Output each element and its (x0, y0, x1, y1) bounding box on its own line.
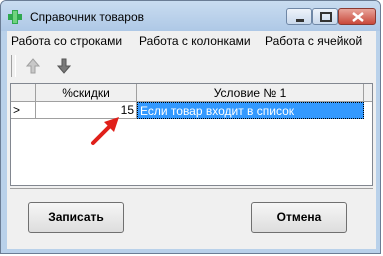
row-indicator[interactable]: > (11, 102, 36, 119)
minimize-icon (296, 19, 304, 22)
grid-header: %скидки Условие № 1 (11, 84, 372, 102)
menu-bar: Работа со строками Работа с колонками Ра… (7, 31, 376, 51)
maximize-icon (320, 12, 332, 22)
move-down-arrow-icon (56, 58, 72, 74)
close-icon (352, 12, 364, 22)
title-bar[interactable]: Справочник товаров (1, 1, 380, 31)
menu-rows[interactable]: Работа со строками (11, 34, 122, 48)
maximize-button[interactable] (312, 8, 338, 25)
close-button[interactable] (338, 8, 376, 25)
menu-cell[interactable]: Работа с ячейкой (265, 34, 362, 48)
row-header-corner (11, 84, 36, 102)
minimize-button[interactable] (286, 8, 312, 25)
toolbar-grip[interactable] (11, 55, 16, 77)
window-title: Справочник товаров (30, 10, 144, 24)
cell-condition[interactable]: Если товар входит в список (137, 102, 364, 119)
move-down-button[interactable] (53, 55, 75, 77)
toolbar (7, 51, 376, 81)
green-cross-icon (8, 10, 22, 24)
column-header-filler (364, 84, 372, 102)
move-up-arrow-icon (25, 58, 41, 74)
save-button[interactable]: Записать (28, 202, 124, 233)
data-grid[interactable]: %скидки Условие № 1 > 15 Если товар вход… (10, 83, 373, 186)
column-header-condition[interactable]: Условие № 1 (137, 84, 364, 102)
client-area: Работа со строками Работа с колонками Ра… (7, 31, 376, 249)
red-pointer-arrow-icon (91, 117, 119, 145)
move-up-button[interactable] (22, 55, 44, 77)
cancel-button[interactable]: Отмена (251, 202, 347, 233)
dialog-window: Справочник товаров Работа со строками Ра… (0, 0, 381, 254)
menu-columns[interactable]: Работа с колонками (139, 34, 251, 48)
column-header-discount[interactable]: %скидки (36, 84, 137, 102)
button-panel: Записать Отмена (10, 188, 373, 249)
